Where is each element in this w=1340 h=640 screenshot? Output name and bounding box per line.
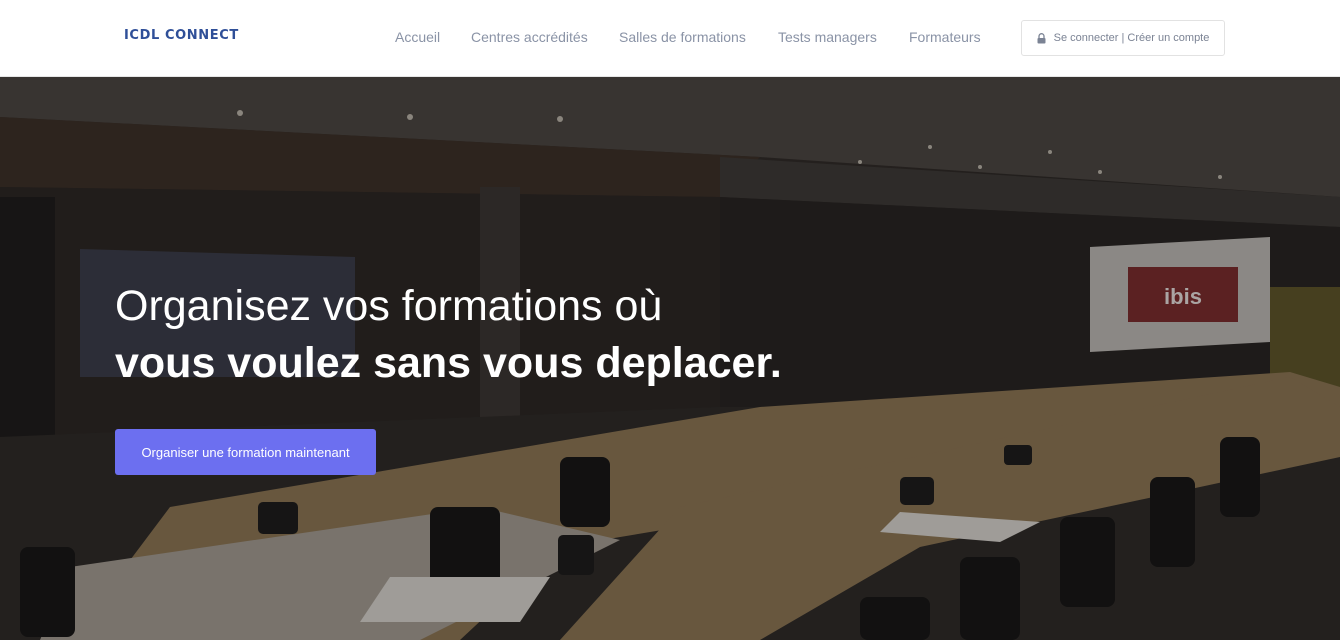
lock-icon (1037, 32, 1046, 43)
nav-item-salles-de-formations[interactable]: Salles de formations (619, 29, 746, 45)
hero-headline-line-1: Organisez vos formations où (115, 282, 663, 330)
nav-item-formateurs[interactable]: Formateurs (909, 29, 981, 45)
nav-item-accueil[interactable]: Accueil (395, 29, 440, 45)
hero-headline-line-2: vous voulez sans vous deplacer. (115, 339, 782, 387)
login-signup-button[interactable]: Se connecter | Créer un compte (1021, 20, 1225, 56)
nav-item-tests-managers[interactable]: Tests managers (778, 29, 877, 45)
login-signup-label: Se connecter | Créer un compte (1053, 32, 1210, 44)
top-navbar: ICDL CONNECT Accueil Centres accrédités … (0, 0, 1340, 77)
nav-item-centres-accredites[interactable]: Centres accrédités (471, 29, 588, 45)
main-nav: Accueil Centres accrédités Salles de for… (0, 29, 1000, 49)
organize-training-button[interactable]: Organiser une formation maintenant (115, 429, 376, 475)
